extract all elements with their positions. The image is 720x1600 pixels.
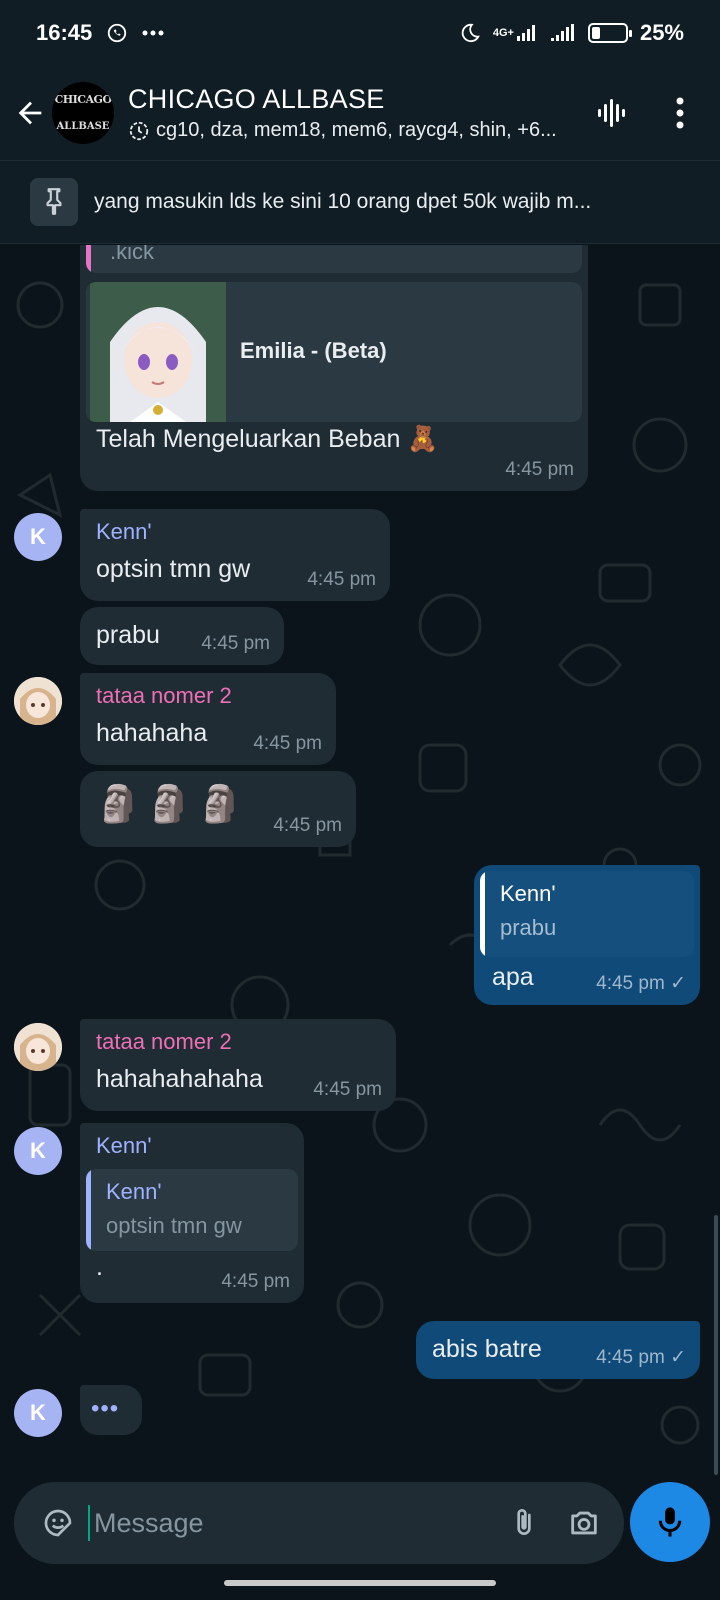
pin-icon [46, 188, 62, 215]
disappearing-timer-icon [129, 121, 149, 140]
reply-quote[interactable]: Kenn' prabu [480, 871, 694, 957]
quote-text: prabu [500, 915, 557, 940]
message-bubble[interactable]: 🗿🗿🗿 4:45 pm [80, 771, 356, 847]
sender-name[interactable]: tataa nomer 2 [96, 683, 232, 709]
message-time: 4:45 pm ✓ [596, 1347, 686, 1368]
message-bubble[interactable]: tataa nomer 2 hahahahahaha 4:45 pm [80, 1019, 396, 1111]
sender-name[interactable]: Kenn' [96, 519, 152, 545]
reply-quote[interactable]: .kick [86, 245, 582, 273]
signal-4g-icon: 4G+ [493, 24, 538, 42]
chat-title: CHICAGO ALLBASE [128, 84, 385, 114]
message-input[interactable] [88, 1505, 494, 1541]
link-preview[interactable]: Emilia - (Beta) [86, 282, 582, 422]
camera-button[interactable] [554, 1493, 614, 1553]
sound-wave-icon [598, 99, 625, 127]
message-bubble[interactable]: prabu 4:45 pm [80, 607, 284, 665]
camera-icon [571, 1511, 597, 1535]
quote-accent-bar [86, 1169, 91, 1251]
chat-members: cg10, dza, mem18, mem6, raycg4, shin, +6… [128, 119, 578, 142]
more-vertical-icon [676, 97, 684, 129]
clock: 16:45 [36, 20, 93, 45]
quote-text: .kick [110, 245, 154, 264]
avatar-logo-sub: ALLBASE [56, 121, 110, 132]
message-bubble[interactable]: Kenn' Kenn' optsin tmn gw . 4:45 pm [80, 1123, 304, 1303]
network-label: 4G+ [492, 26, 514, 39]
scrollbar[interactable] [714, 1215, 718, 1475]
avatar[interactable]: K [14, 1389, 62, 1437]
message-text: hahahaha [96, 719, 208, 747]
sender-name[interactable]: Kenn' [96, 1133, 152, 1159]
voice-record-button[interactable] [630, 1482, 710, 1562]
sender-name[interactable]: tataa nomer 2 [96, 1029, 232, 1055]
message-time: 4:45 pm [201, 633, 270, 654]
message-text: prabu [96, 621, 160, 649]
link-preview-thumbnail [90, 282, 226, 422]
home-indicator[interactable] [224, 1580, 496, 1586]
group-avatar[interactable]: CHICAGO ALLBASE [52, 82, 114, 144]
message-bubble[interactable]: Kenn' optsin tmn gw 4:45 pm [80, 509, 390, 601]
typing-dots: ••• [91, 1395, 120, 1422]
pinned-message-bar[interactable]: yang masukin lds ke sini 10 orang dpet 5… [0, 160, 720, 244]
quote-accent-bar [480, 871, 485, 957]
avatar[interactable]: K [14, 513, 62, 561]
message-time: 4:45 pm [273, 815, 342, 836]
signal-icon [550, 24, 576, 42]
message-time: 4:45 pm [253, 733, 322, 754]
menu-button[interactable] [646, 79, 714, 147]
message-bubble[interactable]: tataa nomer 2 hahahaha 4:45 pm [80, 673, 336, 765]
quote-sender-name: Kenn' [500, 881, 556, 906]
avatar[interactable] [14, 1023, 62, 1071]
message-time: 4:45 pm [307, 569, 376, 590]
quote-sender-name: Kenn' [106, 1179, 162, 1204]
battery-percent: 25% [639, 20, 684, 45]
avatar[interactable]: K [14, 1127, 62, 1175]
battery-icon [587, 23, 632, 43]
typing-indicator: ••• [80, 1385, 142, 1435]
message-list[interactable]: .kick Emilia - (Beta) Telah Mengeluarkan… [0, 245, 720, 1480]
chat-header: CHICAGO ALLBASE CHICAGO ALLBASE cg10, dz… [0, 66, 720, 160]
reply-quote[interactable]: Kenn' optsin tmn gw [86, 1169, 298, 1251]
status-bar: 16:45 4G+ 25% [0, 0, 720, 66]
message-text: abis batre [432, 1335, 542, 1363]
avatar-photo [14, 1023, 62, 1071]
back-button[interactable] [0, 83, 60, 143]
message-bubble-outgoing[interactable]: Kenn' prabu apa 4:45 pm ✓ [474, 865, 700, 1005]
emoji-text: 🗿🗿🗿 [96, 783, 249, 824]
message-time: 4:45 pm [313, 1079, 382, 1100]
message-text: Telah Mengeluarkan Beban 🧸 [96, 425, 439, 453]
message-text: optsin tmn gw [96, 555, 251, 583]
whatsapp-notification-icon [106, 22, 128, 44]
pin-button[interactable] [30, 178, 78, 226]
message-text: . [96, 1253, 103, 1281]
avatar[interactable] [14, 677, 62, 725]
paperclip-icon [517, 1509, 531, 1535]
message-text: hahahahahaha [96, 1065, 263, 1093]
quote-accent-bar [86, 245, 91, 273]
pinned-message-text: yang masukin lds ke sini 10 orang dpet 5… [94, 190, 592, 213]
members-list: cg10, dza, mem18, mem6, raycg4, shin, +6… [156, 119, 557, 141]
message-time: 4:45 pm ✓ [596, 973, 686, 994]
sticker-button[interactable] [28, 1493, 88, 1553]
message-time: 4:45 pm [505, 459, 574, 480]
more-notifications-icon [142, 30, 164, 36]
message-text: apa [492, 963, 534, 991]
message-bubble-outgoing[interactable]: abis batre 4:45 pm ✓ [416, 1321, 700, 1379]
battery-fill [591, 27, 600, 39]
avatar-photo [14, 677, 62, 725]
microphone-icon [658, 1507, 682, 1537]
voice-chat-button[interactable] [578, 79, 646, 147]
message-time: 4:45 pm [221, 1271, 290, 1292]
message-bubble[interactable]: .kick Emilia - (Beta) Telah Mengeluarkan… [80, 245, 588, 491]
quote-text: optsin tmn gw [106, 1213, 242, 1238]
message-composer [14, 1482, 624, 1564]
avatar-logo-text: CHICAGO [54, 93, 112, 106]
attach-button[interactable] [494, 1493, 554, 1553]
do-not-disturb-moon-icon [459, 22, 481, 44]
sticker-icon [44, 1509, 72, 1537]
link-preview-title: Emilia - (Beta) [240, 338, 387, 363]
arrow-left-icon [18, 101, 42, 125]
chat-info[interactable]: CHICAGO ALLBASE cg10, dza, mem18, mem6, … [128, 84, 578, 142]
